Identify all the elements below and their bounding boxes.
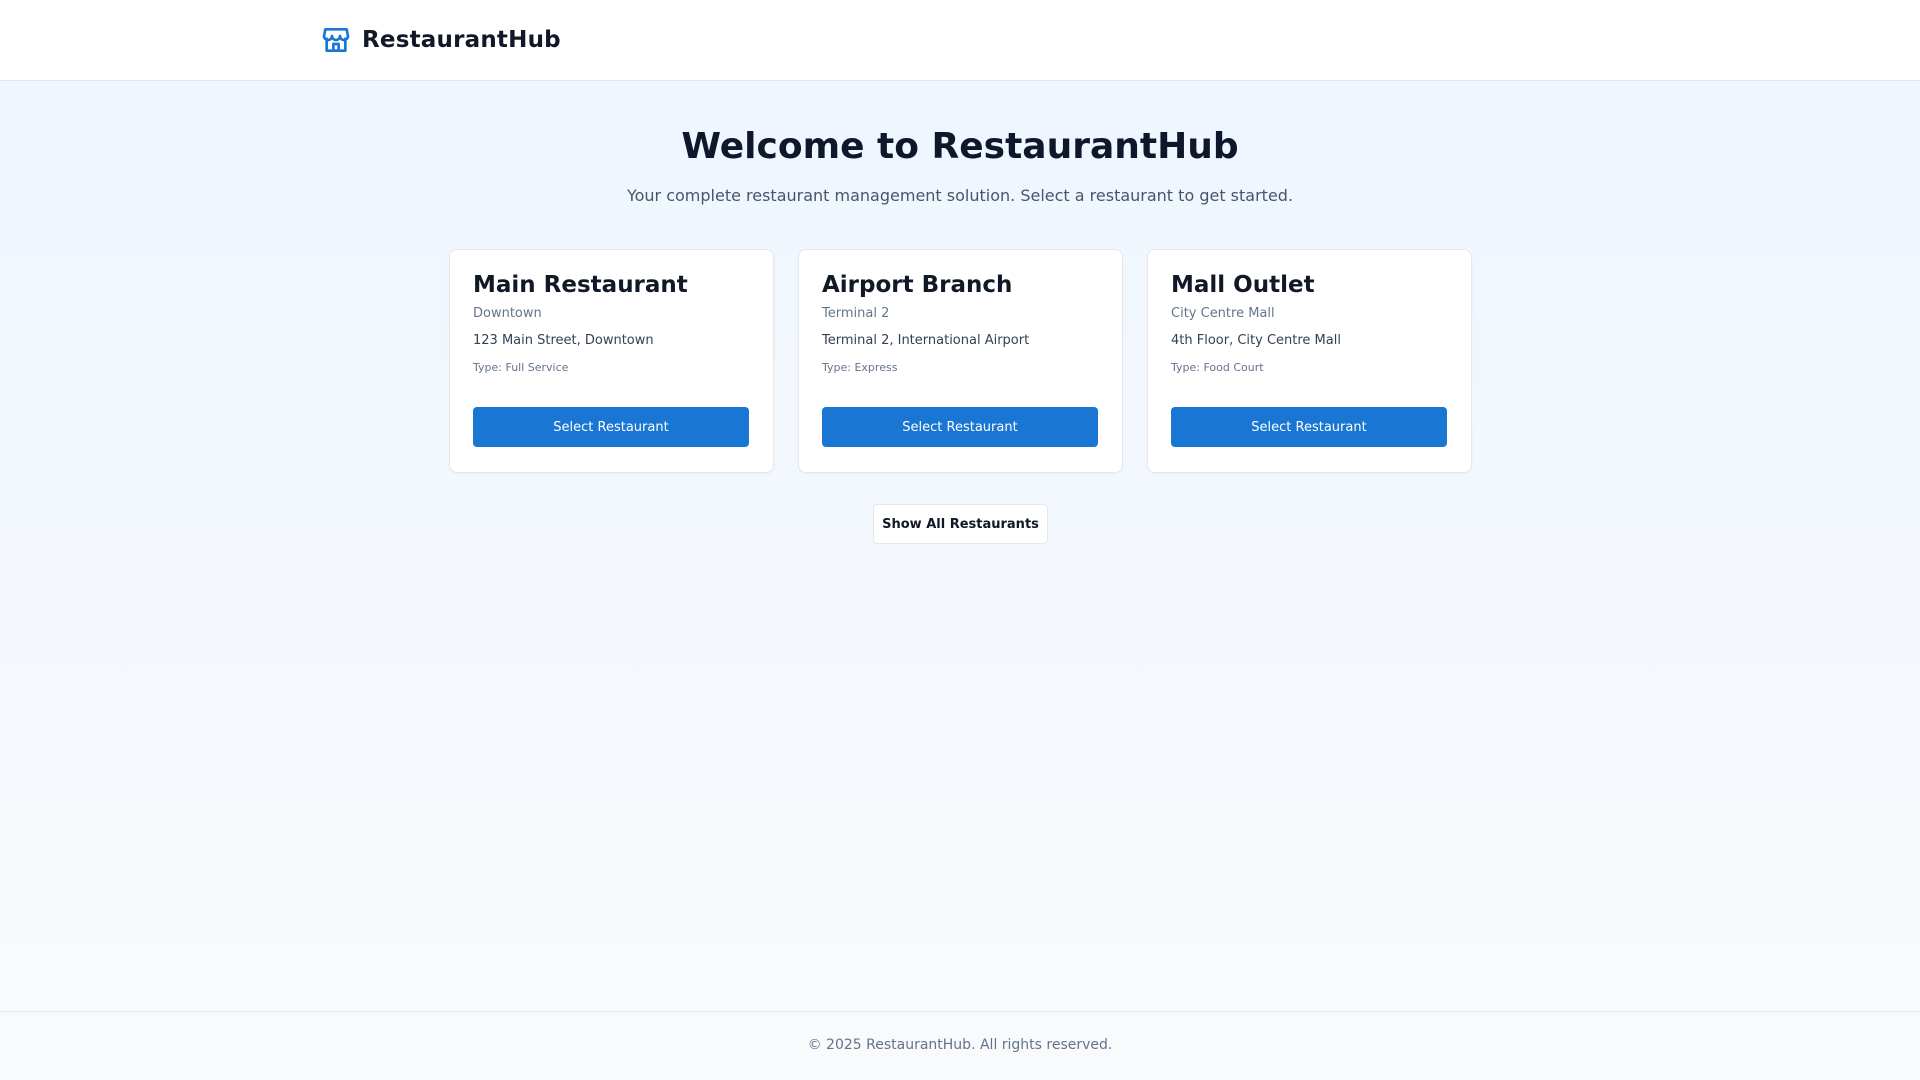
restaurant-card-airport: Airport Branch Terminal 2 Terminal 2, In… [798,249,1123,473]
restaurant-address: 4th Floor, City Centre Mall [1171,333,1341,348]
app-name: RestaurantHub [362,27,561,53]
page-subtitle: Your complete restaurant management solu… [626,186,1294,205]
restaurant-name: Airport Branch [822,272,1013,298]
restaurant-type: Type: Express [822,361,898,374]
restaurant-area: Terminal 2 [822,306,890,321]
copyright-text: © 2025 RestaurantHub. All rights reserve… [807,1037,1113,1053]
restaurant-address: 123 Main Street, Downtown [473,333,654,348]
app-footer: © 2025 RestaurantHub. All rights reserve… [0,1011,1920,1080]
restaurant-name: Mall Outlet [1171,272,1315,298]
brand-logo[interactable]: RestaurantHub [320,22,561,58]
restaurant-area: City Centre Mall [1171,306,1275,321]
restaurant-area: Downtown [473,306,542,321]
restaurant-type: Type: Full Service [473,361,569,374]
select-restaurant-button[interactable]: Select Restaurant [1171,407,1447,447]
restaurant-cards: Main Restaurant Downtown 123 Main Street… [449,249,1472,473]
page-title: Welcome to RestaurantHub [681,126,1239,167]
select-restaurant-button[interactable]: Select Restaurant [822,407,1098,447]
restaurant-name: Main Restaurant [473,272,688,298]
select-restaurant-button[interactable]: Select Restaurant [473,407,749,447]
store-icon [322,28,350,52]
show-all-restaurants-button[interactable]: Show All Restaurants [873,504,1048,544]
restaurant-address: Terminal 2, International Airport [822,333,1030,348]
restaurant-card-mall: Mall Outlet City Centre Mall 4th Floor, … [1147,249,1472,473]
restaurant-type: Type: Food Court [1171,361,1264,374]
restaurant-card-main: Main Restaurant Downtown 123 Main Street… [449,249,774,473]
app-header: RestaurantHub [0,0,1920,81]
main-content: Welcome to RestaurantHub Your complete r… [0,81,1920,1011]
